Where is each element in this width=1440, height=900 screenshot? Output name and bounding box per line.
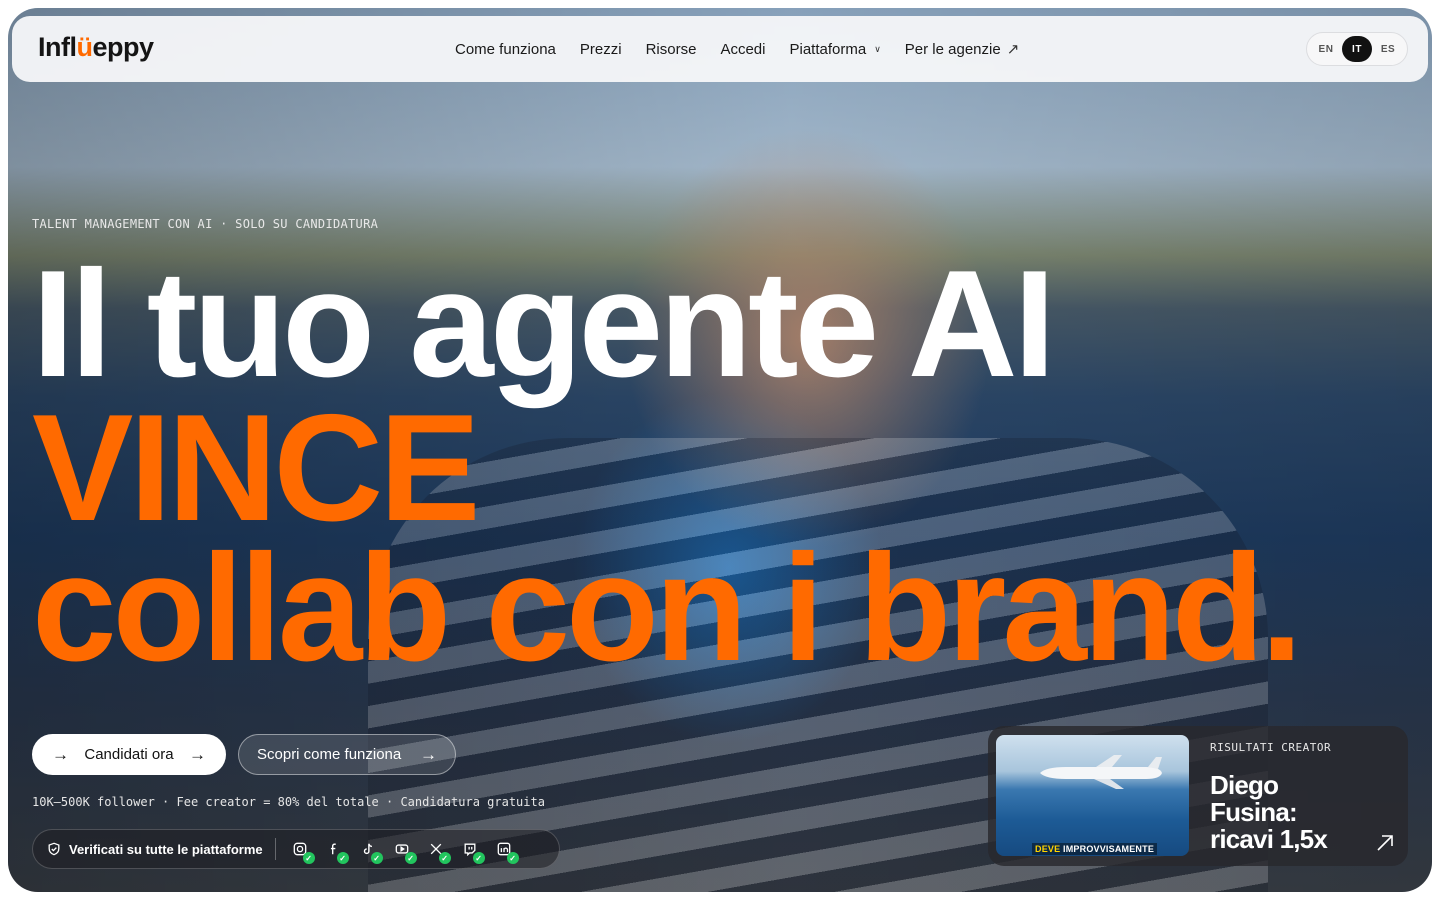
thumbnail-caption: DEVE IMPROVVISAMENTE xyxy=(1032,843,1158,855)
check-icon: ✓ xyxy=(472,852,485,864)
arrow-right-icon: → xyxy=(188,744,206,764)
nav-link-label: Accedi xyxy=(720,40,766,58)
tiktok-icon: ✓ xyxy=(358,839,383,864)
top-navigation: Infl ü eppy Come funziona Prezzi Risorse A… xyxy=(12,16,1428,82)
creator-results-card[interactable]: DEVE IMPROVVISAMENTE RISULTATI CREATOR D… xyxy=(988,726,1408,866)
apply-now-button[interactable]: → Candidati ora → xyxy=(32,734,226,775)
check-icon: ✓ xyxy=(438,852,451,864)
hero-eyebrow: TALENT MANAGEMENT CON AI · SOLO SU CANDI… xyxy=(32,217,379,231)
apply-now-label: Candidati ora xyxy=(84,746,174,763)
nav-link-label: Come funziona xyxy=(455,40,556,58)
nav-link-come-funziona[interactable]: Come funziona xyxy=(455,41,556,58)
check-icon: ✓ xyxy=(506,852,519,864)
check-icon: ✓ xyxy=(404,852,417,864)
facebook-icon: ✓ xyxy=(324,839,349,864)
external-arrow-icon: ↗ xyxy=(1006,41,1020,58)
hero-headline: Il tuo agente AI VINCE collab con i bran… xyxy=(32,239,1303,693)
verified-platforms-bar: Verificati su tutte le piattaforme ✓ ✓ ✓… xyxy=(32,829,560,869)
linkedin-icon: ✓ xyxy=(494,839,519,864)
verified-label: Verificati su tutte le piattaforme xyxy=(69,841,263,857)
caption-text: IMPROVVISAMENTE xyxy=(1063,844,1155,854)
logo-text-prefix: Infl xyxy=(38,32,77,62)
divider xyxy=(274,838,276,860)
arrow-right-icon: → xyxy=(52,744,69,764)
logo-mark: ü xyxy=(76,32,94,62)
arrow-up-right-icon xyxy=(1377,835,1393,851)
headline-line-2: VINCE xyxy=(32,383,481,553)
lang-option-es[interactable]: ES xyxy=(1373,36,1403,62)
brand-logo[interactable]: Infl ü eppy xyxy=(38,32,154,63)
card-title: Diego Fusina: ricavi 1,5x xyxy=(1210,770,1328,854)
language-switcher: EN IT ES xyxy=(1306,32,1408,66)
instagram-icon: ✓ xyxy=(290,839,315,864)
nav-links: Come funziona Prezzi Risorse Accedi Piat… xyxy=(455,16,1043,82)
nav-link-label: Per le agenzie xyxy=(904,40,1001,58)
check-icon: ✓ xyxy=(302,852,315,864)
youtube-icon: ✓ xyxy=(392,839,417,864)
card-label: RISULTATI CREATOR xyxy=(1210,741,1332,754)
headline-line-3: collab con i brand. xyxy=(32,523,1303,693)
nav-link-label: Prezzi xyxy=(579,40,622,58)
shield-icon xyxy=(48,842,60,856)
nav-link-label: Piattaforma xyxy=(789,40,867,58)
lang-option-en[interactable]: EN xyxy=(1311,36,1341,62)
nav-link-risorse[interactable]: Risorse xyxy=(646,41,697,58)
lang-option-it[interactable]: IT xyxy=(1342,36,1372,62)
check-icon: ✓ xyxy=(370,852,383,864)
x-icon: ✓ xyxy=(426,839,451,864)
nav-link-accedi[interactable]: Accedi xyxy=(720,41,765,58)
airplane-image xyxy=(1040,755,1162,789)
caption-highlight: DEVE xyxy=(1035,844,1061,854)
nav-link-per-le-agenzie[interactable]: Per le agenzie ↗ xyxy=(904,40,1020,59)
check-icon: ✓ xyxy=(336,852,349,864)
nav-link-prezzi[interactable]: Prezzi xyxy=(580,41,622,58)
nav-link-label: Risorse xyxy=(645,40,697,58)
how-it-works-button[interactable]: Scopri come funziona → xyxy=(238,734,456,775)
hero-meta-info: 10K–500K follower · Fee creator = 80% de… xyxy=(32,795,545,809)
nav-dropdown-piattaforma[interactable]: Piattaforma ∨ xyxy=(789,41,880,58)
how-it-works-label: Scopri come funziona xyxy=(257,746,402,763)
logo-text-suffix: eppy xyxy=(92,32,155,62)
twitch-icon: ✓ xyxy=(460,839,485,864)
chevron-down-icon: ∨ xyxy=(874,43,881,54)
headline-line-1: Il tuo agente AI xyxy=(32,239,1056,409)
case-study-thumbnail: DEVE IMPROVVISAMENTE xyxy=(996,735,1189,856)
arrow-right-icon: → xyxy=(420,744,437,764)
